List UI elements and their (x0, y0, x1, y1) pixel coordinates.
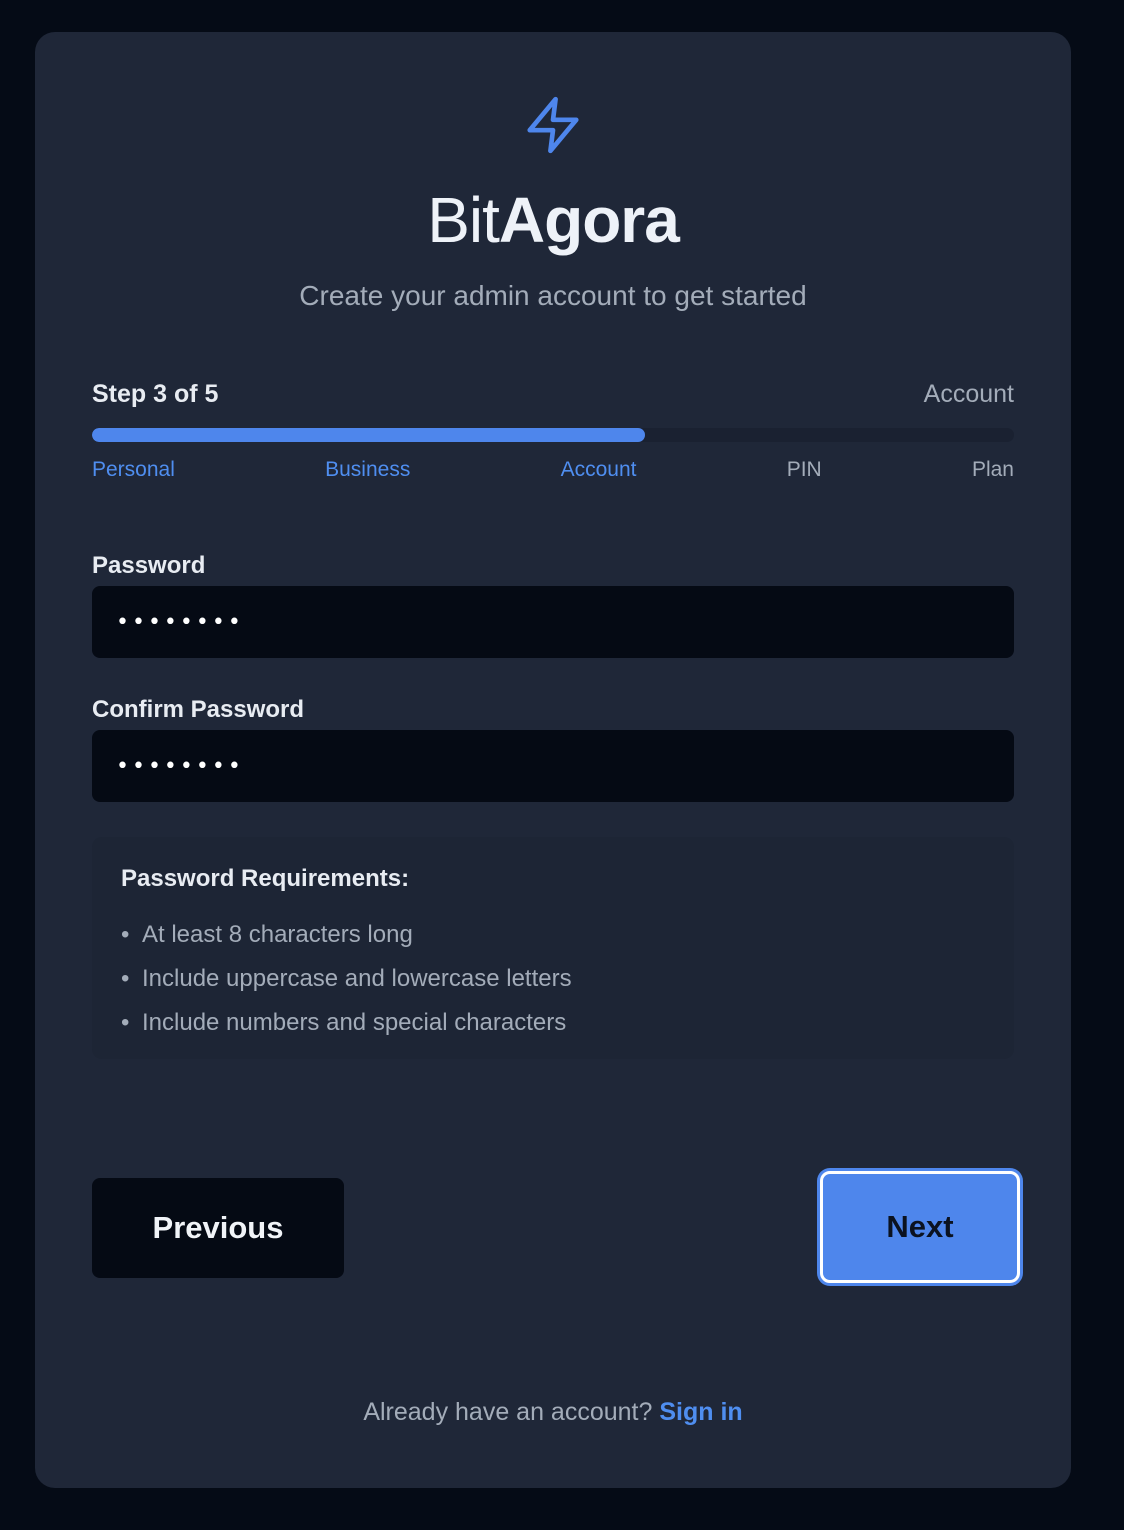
progress-bar-fill (92, 428, 646, 442)
password-requirements: Password Requirements: • At least 8 chara… (92, 837, 1014, 1059)
bullet: • (121, 921, 130, 948)
confirm-password-label: Confirm Password (92, 696, 305, 723)
list-item: • Include uppercase and lowercase letters (121, 957, 572, 1001)
bullet: • (121, 1009, 130, 1036)
signup-card: BitAgora Create your admin account to ge… (35, 32, 1071, 1488)
previous-button[interactable]: Previous (92, 1178, 344, 1278)
sign-in-link[interactable]: Sign in (659, 1398, 742, 1426)
current-step-name: Account (923, 380, 1014, 408)
step-pin: PIN (786, 458, 822, 481)
requirements-list: • At least 8 characters long • Include upp… (121, 913, 572, 1045)
lightning-bolt-icon (527, 96, 579, 154)
step-counter: Step 3 of 5 (92, 380, 219, 408)
bullet: • (121, 965, 130, 992)
next-button[interactable]: Next (820, 1171, 1020, 1283)
list-item: • At least 8 characters long (121, 913, 572, 957)
signin-prompt: Already have an account? Sign in (35, 1398, 1071, 1427)
brand-name: BitAgora (35, 182, 1071, 258)
brand-name-bold: Agora (498, 184, 680, 256)
requirement-text: At least 8 characters long (142, 921, 413, 948)
step-business: Business (325, 458, 411, 481)
requirement-text: Include numbers and special characters (142, 1009, 567, 1036)
brand-name-light: Bit (427, 184, 500, 256)
confirm-password-field[interactable]: •••••••• (92, 730, 1014, 802)
list-item: • Include numbers and special characters (121, 1001, 572, 1045)
step-account: Account (560, 458, 637, 481)
step-personal: Personal (92, 458, 175, 481)
requirement-text: Include uppercase and lowercase letters (142, 965, 572, 992)
step-plan: Plan (971, 458, 1014, 481)
step-labels: Personal Business Account PIN Plan (92, 458, 1014, 488)
requirements-title: Password Requirements: (121, 865, 410, 892)
page-subtitle: Create your admin account to get started (299, 280, 807, 311)
password-label: Password (92, 552, 206, 579)
progress-bar (92, 428, 1014, 442)
password-field[interactable]: •••••••• (92, 586, 1014, 658)
signin-prompt-text: Already have an account? (363, 1398, 653, 1426)
